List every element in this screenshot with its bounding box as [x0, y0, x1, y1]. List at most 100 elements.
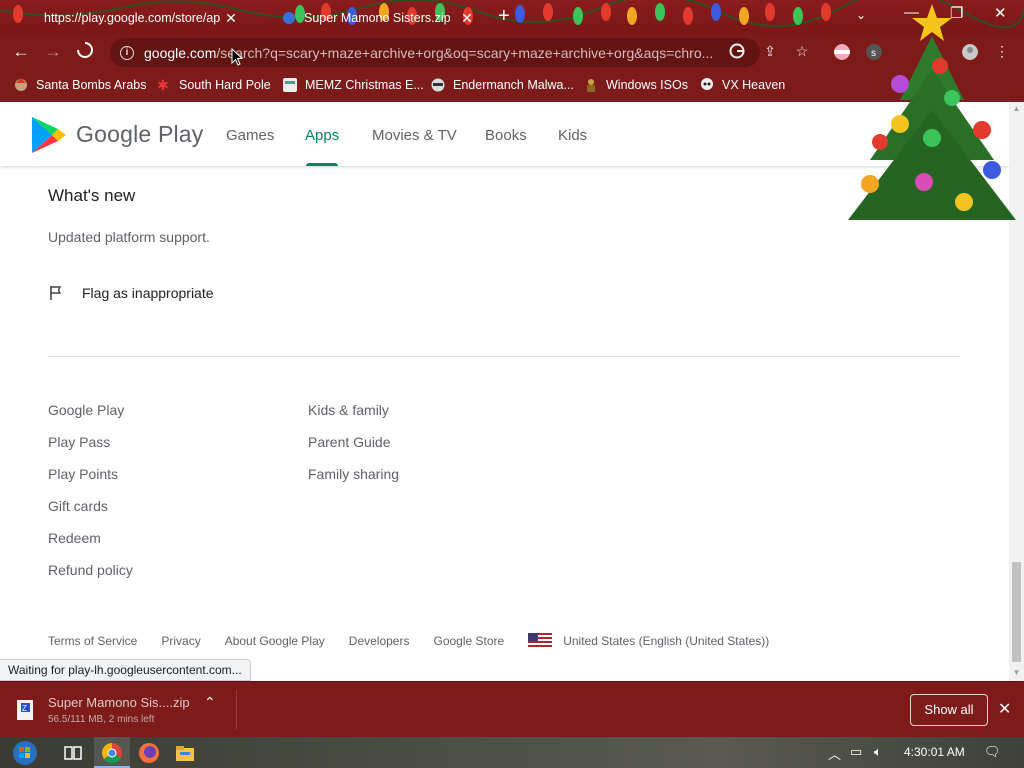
footer-link-family-sharing[interactable]: Family sharing [308, 466, 399, 498]
active-nav-indicator [306, 163, 338, 166]
developers-link[interactable]: Developers [349, 634, 410, 648]
nav-movies-tv[interactable]: Movies & TV [372, 127, 457, 144]
bookmark-vx-heaven[interactable]: VX Heaven [700, 76, 785, 94]
extension-s-icon[interactable]: s [866, 44, 882, 60]
site-info-icon[interactable]: i [120, 45, 134, 60]
firefox-icon[interactable] [138, 742, 160, 764]
forward-button[interactable]: → [42, 41, 64, 63]
terms-link[interactable]: Terms of Service [48, 634, 137, 648]
google-play-logo-icon[interactable] [30, 115, 68, 155]
google-lens-icon[interactable] [729, 43, 745, 59]
bookmark-label: South Hard Pole [179, 78, 271, 92]
action-center-icon[interactable]: 🗨︎ [984, 744, 1001, 760]
footer-link-play-points[interactable]: Play Points [48, 466, 133, 498]
nav-apps[interactable]: Apps [305, 127, 339, 144]
download-item[interactable]: Z Super Mamono Sis....zip 56.5/111 MB, 2… [14, 690, 236, 730]
section-divider [48, 356, 960, 357]
windows-taskbar: ︿ ▭ 🔈︎ 4:30:01 AM 🗨︎ [0, 737, 1024, 768]
download-bar: Z Super Mamono Sis....zip 56.5/111 MB, 2… [0, 681, 1024, 737]
us-flag-icon [528, 633, 553, 649]
scroll-thumb[interactable] [1012, 562, 1021, 662]
window-close-button[interactable]: ✕ [994, 4, 1007, 22]
tab-strip: https://play.google.com/store/ap ✕ Super… [0, 0, 1024, 34]
footer-heading: Google Play [48, 402, 125, 418]
google-store-link[interactable]: Google Store [433, 634, 504, 648]
google-play-brand[interactable]: Google Play [76, 121, 204, 148]
footer-link-play-pass[interactable]: Play Pass [48, 434, 133, 466]
close-icon[interactable]: ✕ [998, 699, 1011, 719]
bookmark-label: MEMZ Christmas E... [305, 78, 424, 92]
back-button[interactable]: ← [10, 41, 32, 63]
extension-flag-icon[interactable] [834, 44, 850, 60]
privacy-link[interactable]: Privacy [161, 634, 200, 648]
nav-kids[interactable]: Kids [558, 127, 587, 144]
bookmark-star-icon[interactable]: ☆ [794, 43, 810, 59]
web-page: Google Play Games Apps Movies & TV Books… [0, 102, 1009, 681]
footer-link-redeem[interactable]: Redeem [48, 530, 133, 562]
network-icon[interactable]: ▭ [850, 744, 862, 760]
download-status: 56.5/111 MB, 2 mins left [48, 714, 155, 725]
bookmark-santa-bombs[interactable]: Santa Bombs Arabs [14, 76, 146, 94]
file-explorer-icon[interactable] [174, 742, 196, 764]
download-filename: Super Mamono Sis....zip [48, 695, 190, 710]
minimize-button[interactable]: — [904, 4, 919, 21]
footer-column-google-play: Google Play Play Pass Play Points Gift c… [48, 402, 133, 594]
nav-games[interactable]: Games [226, 127, 274, 144]
footer-link-refund-policy[interactable]: Refund policy [48, 562, 133, 594]
scroll-down-arrow-icon[interactable]: ▼ [1012, 668, 1021, 677]
close-icon[interactable]: ✕ [460, 10, 474, 27]
whats-new-heading: What's new [48, 186, 136, 205]
locale-selector[interactable]: United States (English (United States)) [563, 634, 769, 648]
close-icon[interactable]: ✕ [224, 10, 238, 27]
task-view-icon[interactable] [62, 742, 84, 764]
tab-play-store[interactable]: https://play.google.com/store/ap ✕ [34, 2, 248, 34]
tab-super-mamono[interactable]: Super Mamono Sisters.zip ✕ [272, 2, 484, 34]
bookmark-label: Windows ISOs [606, 78, 688, 92]
address-bar[interactable]: i google.com/search?q=scary+maze+archive… [110, 38, 760, 67]
taskbar-clock[interactable]: 4:30:01 AM [904, 745, 965, 759]
restore-button[interactable]: ❐ [950, 4, 963, 22]
tab-title: https://play.google.com/store/ap [44, 11, 221, 25]
share-icon[interactable]: ⇪ [762, 43, 778, 59]
start-orb-icon[interactable] [12, 740, 38, 766]
svg-text:s: s [871, 48, 876, 59]
svg-text:Z: Z [22, 704, 27, 713]
about-link[interactable]: About Google Play [225, 634, 325, 648]
bookmark-memz[interactable]: MEMZ Christmas E... [283, 76, 424, 94]
santa-icon [15, 78, 27, 91]
chrome-icon[interactable] [101, 742, 123, 764]
footer-column-kids-family: Kids & family Parent Guide Family sharin… [308, 402, 399, 498]
bookmark-south-hard-pole[interactable]: ✱ South Hard Pole [157, 76, 271, 94]
bookmarks-bar: Santa Bombs Arabs ✱ South Hard Pole MEMZ… [0, 70, 1024, 100]
bookmark-label: Santa Bombs Arabs [36, 78, 147, 92]
flag-label: Flag as inappropriate [82, 285, 214, 301]
bookmark-label: VX Heaven [722, 78, 786, 92]
google-play-header: Google Play Games Apps Movies & TV Books… [0, 102, 1009, 166]
bookmark-label: Endermanch Malwa... [453, 78, 574, 92]
flag-inappropriate-link[interactable]: Flag as inappropriate [48, 285, 214, 301]
status-bubble: Waiting for play-lh.googleusercontent.co… [0, 659, 251, 681]
download-separator [236, 690, 237, 730]
tab-search-icon[interactable]: ⌄ [856, 8, 866, 22]
flag-icon [50, 286, 62, 300]
scroll-up-arrow-icon[interactable]: ▲ [1012, 104, 1021, 113]
raccoon-icon [431, 78, 445, 92]
whats-new-text: Updated platform support. [48, 229, 210, 245]
figure-icon [587, 79, 595, 92]
nav-books[interactable]: Books [485, 127, 527, 144]
loading-spinner-icon [77, 42, 93, 58]
show-hidden-icons-chevron-icon[interactable]: ︿ [828, 744, 841, 763]
footer-link-parent-guide[interactable]: Parent Guide [308, 434, 399, 466]
bookmark-endermanch[interactable]: Endermanch Malwa... [431, 76, 574, 94]
show-all-button[interactable]: Show all [910, 694, 988, 726]
footer-link-gift-cards[interactable]: Gift cards [48, 498, 133, 530]
volume-icon[interactable]: 🔈︎ [874, 744, 882, 760]
stop-loading-button[interactable] [74, 41, 96, 63]
bookmark-windows-isos[interactable]: Windows ISOs [584, 76, 688, 94]
page-scrollbar[interactable]: ▲ ▼ [1009, 102, 1024, 681]
chevron-up-icon[interactable]: ⌃ [204, 694, 216, 711]
menu-kebab-icon[interactable]: ⋮ [994, 43, 1010, 59]
new-tab-button[interactable]: + [498, 6, 510, 26]
profile-avatar-icon[interactable] [962, 44, 978, 60]
globe-icon [283, 12, 295, 24]
